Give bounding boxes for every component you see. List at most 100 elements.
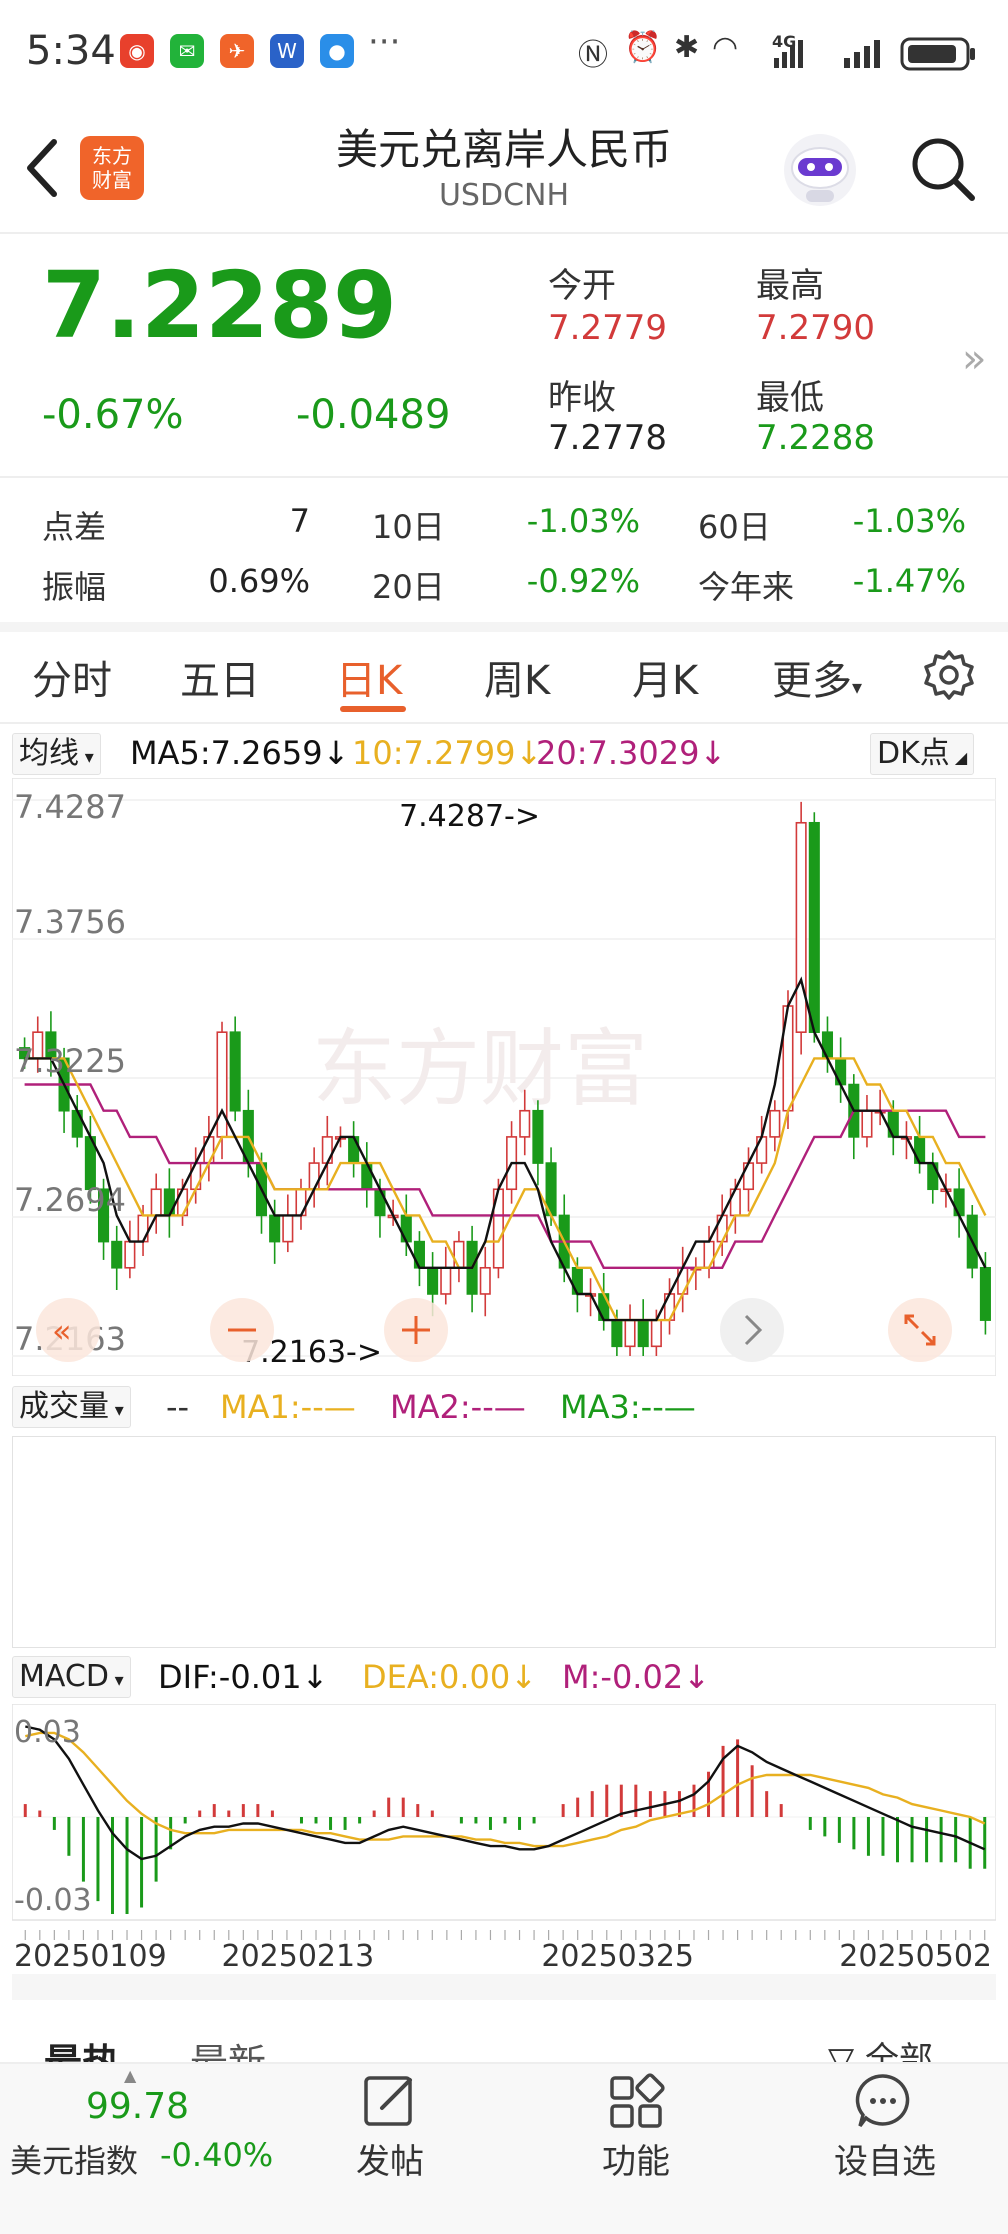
ma-selector-label: 均线 [19,736,79,771]
macd-dea: DEA:0.00↓ [362,1658,537,1696]
macd-m-label: M:-0.02 [562,1658,684,1696]
price-axis-label: 7.4287 [14,788,126,826]
candle-body [71,1109,83,1138]
status-time: 5:34 [26,28,116,74]
macd-selector[interactable]: MACD ▾ [12,1656,131,1698]
tab-daily-k[interactable]: 日K [336,648,402,706]
status-bar: 5:34 ◉ ✉ ✈ W ● ··· Ⓝ ⏰ ✱ ◠ 4G [0,0,1008,110]
weibo-icon: ◉ [120,34,154,68]
tab-monthly-k[interactable]: 月K [632,648,698,706]
candle-body [361,1162,373,1191]
volume-chart[interactable] [12,1436,996,1648]
high-value: 7.2790 [756,308,875,348]
chat-bubble-icon[interactable] [852,2070,914,2132]
d60-label: 60日 [698,508,771,546]
post-button[interactable]: 发帖 [340,2134,440,2183]
volume-ma1: MA1:--— [220,1388,356,1426]
function-grid-icon[interactable] [606,2072,666,2132]
candle-body [979,1266,991,1321]
battery-icon [900,37,975,71]
low-label: 最低 [756,378,824,418]
spread-label: 点差 [42,508,107,546]
price-axis-label: 7.3225 [14,1042,126,1080]
dollar-index-change: -0.40% [160,2136,274,2174]
last-price: 7.2289 [42,252,398,359]
prev-close-label: 昨收 [548,378,616,418]
scroll-left-button[interactable]: « [36,1298,100,1362]
open-label: 今开 [548,266,616,306]
header-divider [0,232,1008,234]
macd-frame [12,1704,996,1921]
extreme-price-annotation: 7.4287-> [399,799,540,834]
dollar-index-widget[interactable]: ▲ 99.78 美元指数 -0.40% [0,2066,274,2232]
settings-gear-icon[interactable] [922,648,976,702]
amplitude-value: 0.69% [208,562,310,600]
candle-body [953,1188,965,1217]
macd-chart[interactable]: 0.03 -0.03 20250109 20250213 20250325 202505… [12,1704,996,2000]
tab-wuri[interactable]: 五日 [180,648,260,706]
ma5-label: MA5:7.2659 [130,734,323,772]
macd-m-arrow: ↓ [683,1658,710,1696]
ma-selector[interactable]: 均线 ▾ [12,733,101,775]
zoom-in-button[interactable] [384,1298,448,1362]
macd-selector-label: MACD [19,1659,109,1694]
tab-fenshi[interactable]: 分时 [32,648,112,706]
signal-4g-icon [774,40,803,68]
date-axis-label: 20250213 [222,1939,375,1974]
status-more-icon: ··· [368,22,401,62]
expand-quote-icon[interactable]: » [962,336,986,382]
candle-body [821,1031,834,1060]
candle-body [795,821,807,1033]
edit-post-icon[interactable] [360,2072,420,2132]
amplitude-label: 振幅 [42,568,107,606]
nfc-icon: Ⓝ [578,38,608,73]
function-button[interactable]: 功能 [586,2134,686,2183]
macd-axis-label: -0.03 [14,1883,92,1918]
add-watchlist-button[interactable]: 设自选 [820,2134,950,2183]
ma20-value: 20:7.3029↓ [536,734,726,772]
macd-dif: DIF:-0.01↓ [158,1658,328,1696]
volume-ma2: MA2:--— [390,1388,526,1426]
candle-body [650,1319,662,1348]
dk-point-button[interactable]: DK点 ◢ [870,733,975,775]
date-axis-labels: 20250109 20250213 20250325 20250502 [14,1939,992,1974]
dollar-index-name: 美元指数 [10,2142,139,2180]
dropdown-triangle-icon: ▾ [109,1400,124,1421]
message-icon: ● [320,34,354,68]
zoom-out-button[interactable] [210,1298,274,1362]
candle-body [440,1266,452,1295]
tab-more-label: 更多 [772,658,852,704]
volume-ma3: MA3:--— [560,1388,696,1426]
volume-selector[interactable]: 成交量 ▾ [12,1386,131,1428]
robot-assistant-icon[interactable] [780,130,860,210]
d20-label: 20日 [372,568,445,606]
dollar-index-value: 99.78 [86,2086,190,2127]
candle-body [229,1031,241,1112]
price-axis-label: 7.2694 [14,1181,126,1219]
step-right-button[interactable] [720,1298,784,1362]
kline-chart[interactable]: 东方财富 7.42877.37567.32257.26947.2163 7.42… [12,778,996,1376]
date-axis-band [12,1974,996,2000]
candle-body [624,1319,636,1348]
search-icon[interactable] [908,134,978,204]
double-chevron-left-icon: « [52,1312,72,1350]
stats-divider [0,622,1008,632]
tab-weekly-k[interactable]: 周K [484,648,550,706]
tab-more[interactable]: 更多▾ [772,648,862,706]
d10-label: 10日 [372,508,445,546]
low-value: 7.2288 [756,418,875,458]
candle-body [400,1214,412,1243]
candle-body [519,1109,531,1138]
macd-axis-label: 0.03 [14,1715,81,1750]
candle-body [808,821,820,1033]
caret-up-icon: ▲ [124,2066,137,2085]
chart-watermark: 东方财富 [312,1020,648,1118]
ma5-value: MA5:7.2659↓ [130,734,349,772]
candle-body [532,1109,544,1164]
ytd-label: 今年来 [698,568,795,606]
d60-value: -1.03% [852,502,966,540]
fullscreen-button[interactable] [888,1298,952,1362]
macd-dif-arrow: ↓ [301,1658,329,1696]
wifi-icon: ◠ [712,30,739,65]
candle-body [150,1188,162,1217]
